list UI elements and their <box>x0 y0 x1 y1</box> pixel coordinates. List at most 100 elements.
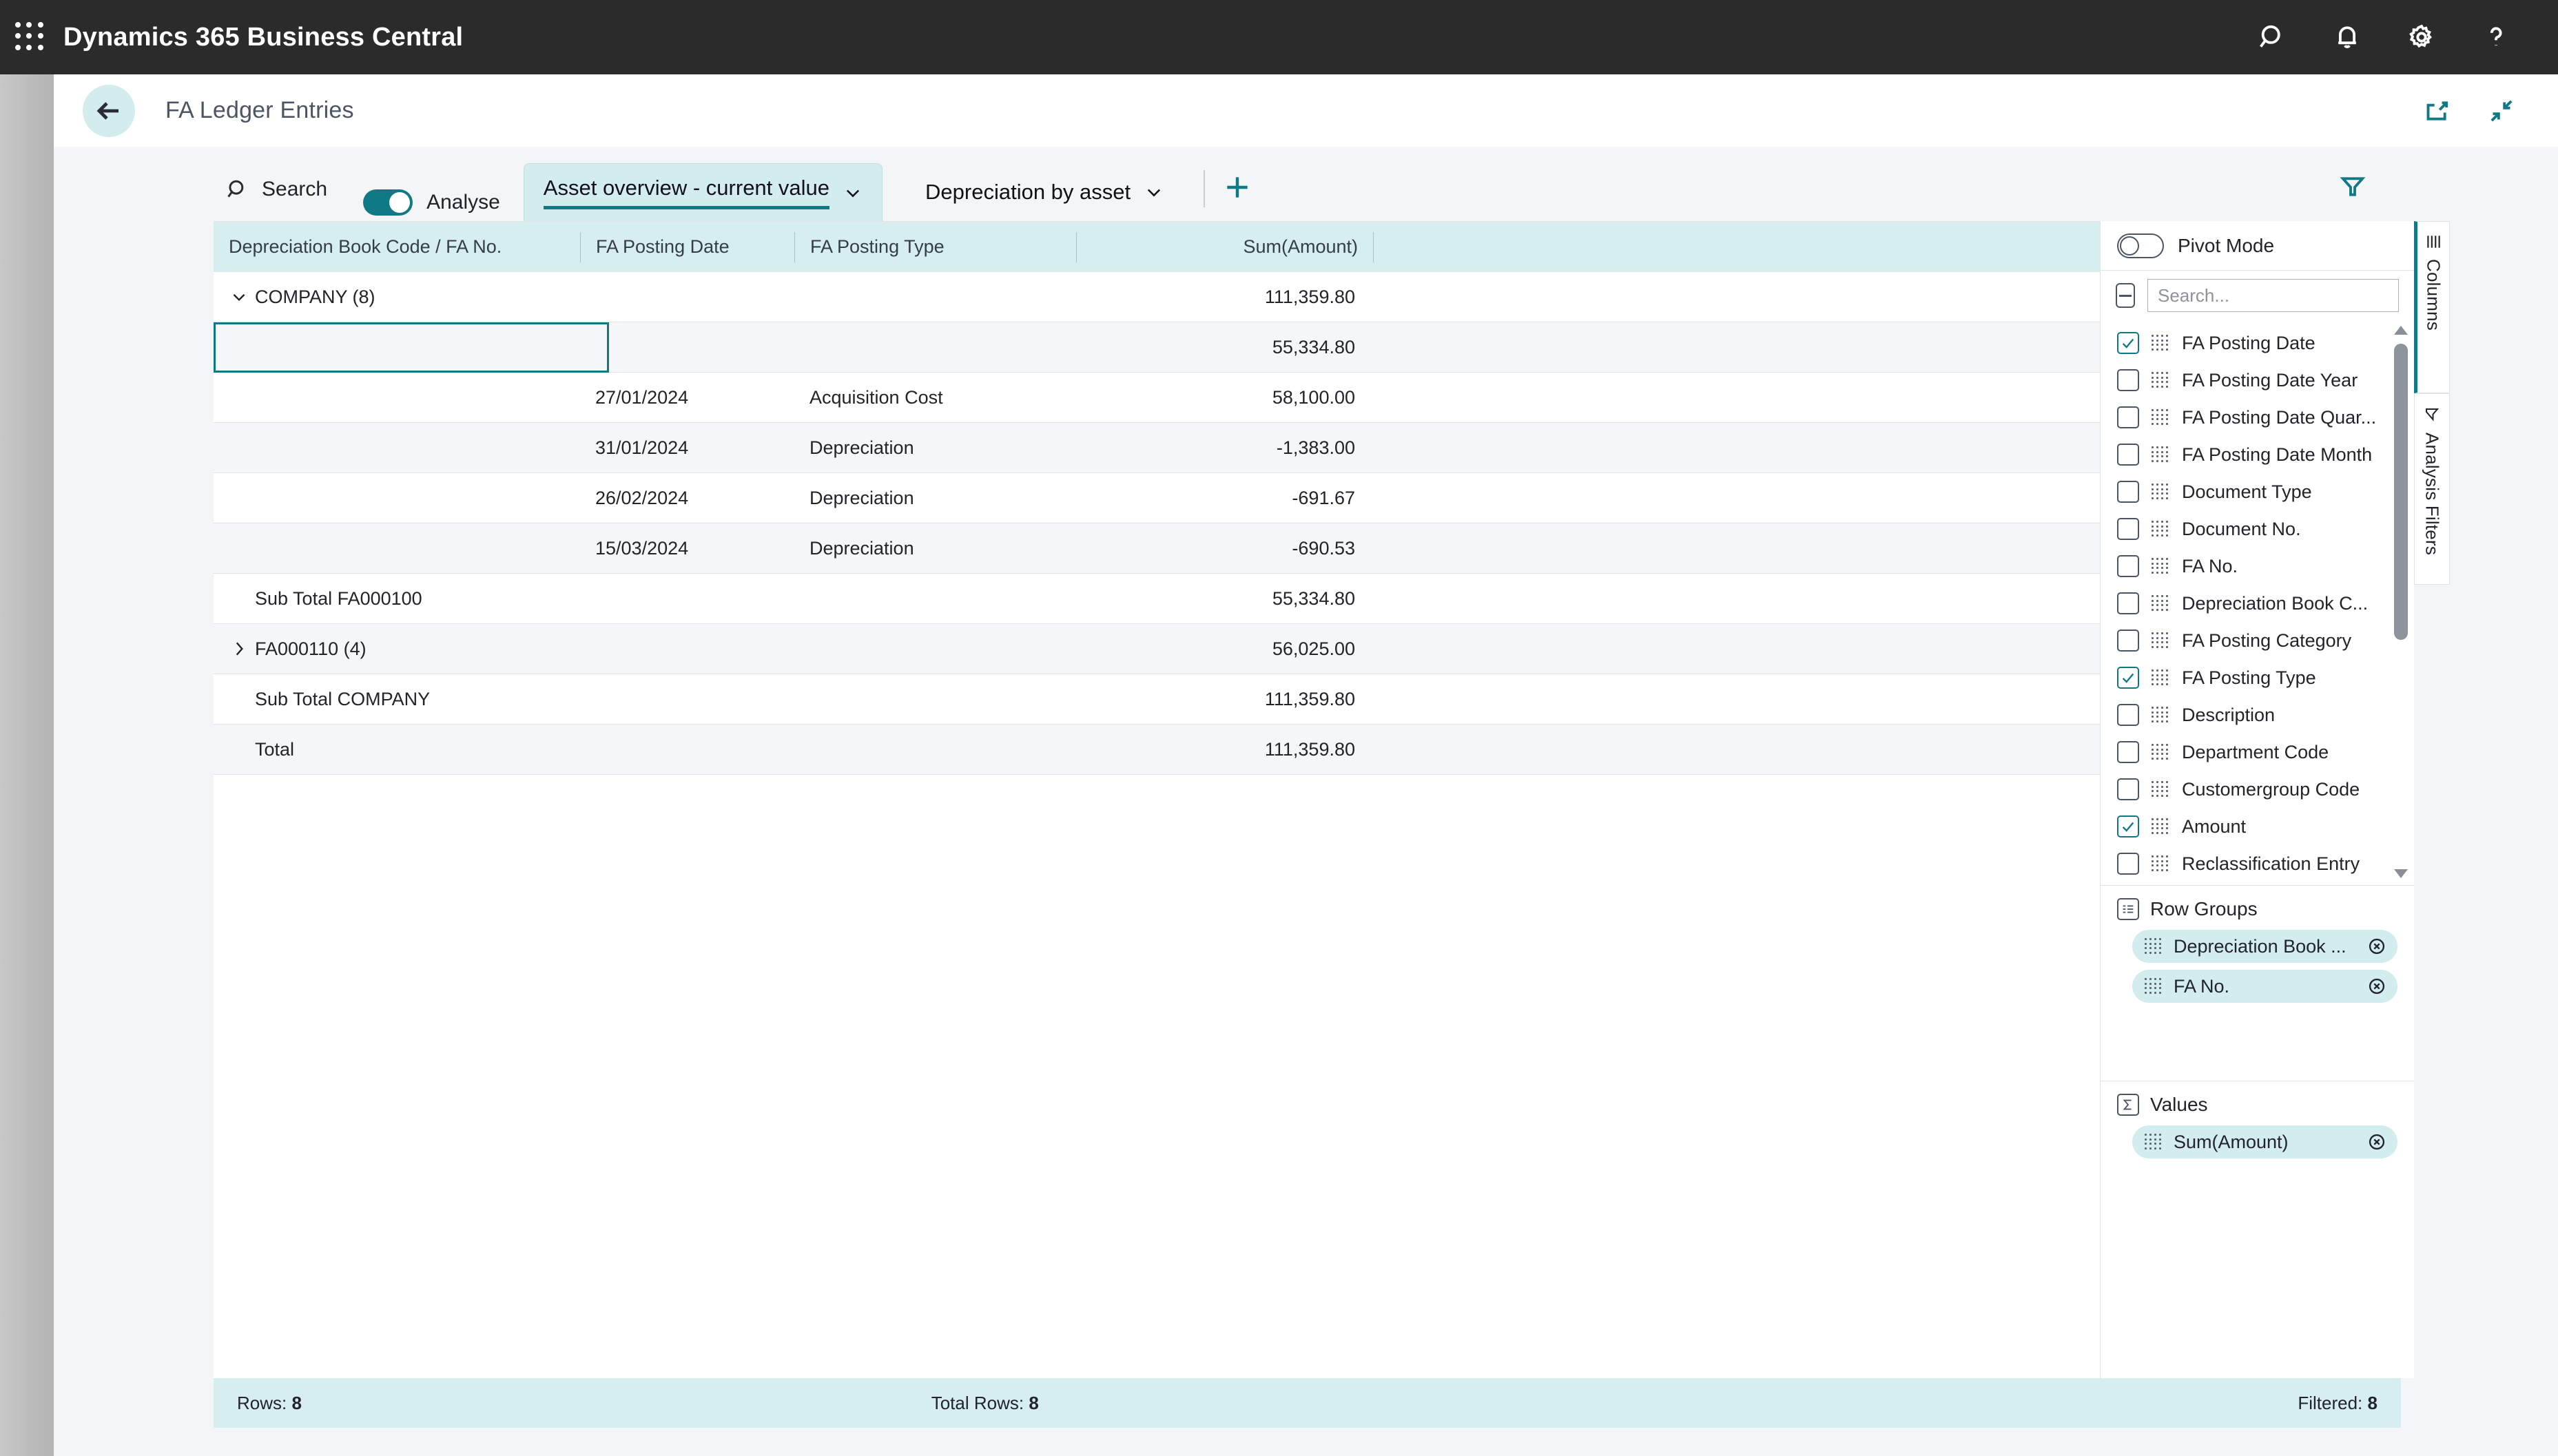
drag-handle-icon[interactable] <box>2152 744 2169 760</box>
column-list-item[interactable]: FA Posting Category <box>2101 622 2414 659</box>
column-list-item[interactable]: Amount <box>2101 808 2414 845</box>
drag-handle-icon[interactable] <box>2145 978 2163 995</box>
scroll-down-icon[interactable] <box>2392 866 2410 881</box>
column-checkbox[interactable] <box>2117 369 2139 391</box>
column-checkbox[interactable] <box>2117 704 2139 726</box>
pivot-mode-toggle[interactable]: Pivot Mode <box>2101 221 2414 271</box>
row-group-cell[interactable]: Total <box>214 725 580 775</box>
drag-handle-icon[interactable] <box>2145 938 2163 955</box>
row-expand-toggle[interactable] <box>223 338 255 356</box>
column-header-fa-posting-type[interactable]: FA Posting Type <box>795 222 1076 272</box>
column-checkbox[interactable] <box>2117 741 2139 763</box>
bell-icon[interactable] <box>2310 0 2384 74</box>
column-list-item[interactable]: No. of Depreciation <box>2101 882 2414 885</box>
row-group-cell[interactable]: Sub Total COMPANY <box>214 674 580 725</box>
row-group-cell[interactable] <box>214 523 580 574</box>
row-group-cell[interactable]: COMPANY (8) <box>214 272 580 322</box>
column-list-item[interactable]: Reclassification Entry <box>2101 845 2414 882</box>
drag-handle-icon[interactable] <box>2152 781 2169 798</box>
table-row[interactable]: Total111,359.80 <box>214 725 2100 775</box>
filter-button[interactable] <box>2328 162 2378 211</box>
remove-icon[interactable] <box>2366 975 2388 997</box>
column-list-item[interactable]: FA Posting Type <box>2101 659 2414 696</box>
drag-handle-icon[interactable] <box>2145 1134 2163 1150</box>
column-list-item[interactable]: Department Code <box>2101 734 2414 771</box>
value-pill[interactable]: Sum(Amount) <box>2132 1125 2397 1158</box>
column-list-item[interactable]: Description <box>2101 696 2414 734</box>
column-checkbox[interactable] <box>2117 444 2139 466</box>
drag-handle-icon[interactable] <box>2152 632 2169 649</box>
help-icon[interactable] <box>2459 0 2533 74</box>
column-list-item[interactable]: FA Posting Date Month <box>2101 436 2414 473</box>
waffle-icon[interactable] <box>15 22 45 52</box>
column-checkbox[interactable] <box>2117 481 2139 503</box>
row-group-cell[interactable]: FA000100 (4) <box>214 322 580 373</box>
column-list-item[interactable]: Depreciation Book C... <box>2101 585 2414 622</box>
drag-handle-icon[interactable] <box>2152 595 2169 612</box>
row-group-pill[interactable]: Depreciation Book ... <box>2132 930 2397 963</box>
column-checkbox[interactable] <box>2117 592 2139 614</box>
scroll-up-icon[interactable] <box>2392 323 2410 338</box>
drag-handle-icon[interactable] <box>2152 818 2169 835</box>
open-in-new-window-icon[interactable] <box>2417 92 2456 130</box>
pivot-mode-switch[interactable] <box>2117 233 2164 258</box>
table-row[interactable]: COMPANY (8)111,359.80 <box>214 272 2100 322</box>
row-group-pill[interactable]: FA No. <box>2132 970 2397 1003</box>
vtab-columns[interactable]: Columns <box>2414 221 2450 393</box>
table-row[interactable]: 15/03/2024Depreciation-690.53 <box>214 523 2100 574</box>
row-group-cell[interactable] <box>214 423 580 473</box>
table-row[interactable]: Sub Total FA00010055,334.80 <box>214 574 2100 624</box>
column-checkbox[interactable] <box>2117 630 2139 652</box>
table-row[interactable]: 27/01/2024Acquisition Cost58,100.00 <box>214 373 2100 423</box>
search-button[interactable]: Search <box>214 163 334 216</box>
column-search-input[interactable] <box>2147 279 2399 312</box>
drag-handle-icon[interactable] <box>2152 483 2169 500</box>
row-group-cell[interactable]: FA000110 (4) <box>214 624 580 674</box>
column-checkbox[interactable] <box>2117 853 2139 875</box>
scrollbar-thumb[interactable] <box>2394 344 2408 640</box>
column-list-scrollbar[interactable] <box>2392 323 2410 881</box>
row-expand-toggle[interactable] <box>223 288 255 306</box>
row-group-cell[interactable]: Sub Total FA000100 <box>214 574 580 624</box>
search-icon[interactable] <box>2236 0 2310 74</box>
collapse-icon[interactable] <box>2482 92 2521 130</box>
column-checkbox[interactable] <box>2117 667 2139 689</box>
drag-handle-icon[interactable] <box>2152 558 2169 574</box>
table-row[interactable]: FA000110 (4)56,025.00 <box>214 624 2100 674</box>
collapse-all-icon[interactable] <box>2116 283 2135 308</box>
column-list-item[interactable]: FA Posting Date <box>2101 324 2414 362</box>
back-button[interactable] <box>83 85 135 137</box>
drag-handle-icon[interactable] <box>2152 409 2169 426</box>
row-group-cell[interactable] <box>214 373 580 423</box>
drag-handle-icon[interactable] <box>2152 707 2169 723</box>
drag-handle-icon[interactable] <box>2152 372 2169 388</box>
column-checkbox[interactable] <box>2117 555 2139 577</box>
tab-depreciation-by-asset[interactable]: Depreciation by asset <box>906 163 1183 221</box>
column-divider[interactable] <box>1373 232 1374 262</box>
row-group-cell[interactable] <box>214 473 580 523</box>
remove-icon[interactable] <box>2366 1131 2388 1153</box>
drag-handle-icon[interactable] <box>2152 446 2169 463</box>
column-list-item[interactable]: Document Type <box>2101 473 2414 510</box>
table-row[interactable]: 31/01/2024Depreciation-1,383.00 <box>214 423 2100 473</box>
column-checkbox[interactable] <box>2117 406 2139 428</box>
gear-icon[interactable] <box>2384 0 2459 74</box>
column-header-fa-posting-date[interactable]: FA Posting Date <box>581 222 794 272</box>
analyse-toggle-switch[interactable] <box>363 189 413 216</box>
column-checkbox[interactable] <box>2117 778 2139 800</box>
column-checkbox[interactable] <box>2117 518 2139 540</box>
column-list-item[interactable]: FA Posting Date Year <box>2101 362 2414 399</box>
drag-handle-icon[interactable] <box>2152 335 2169 351</box>
drag-handle-icon[interactable] <box>2152 855 2169 872</box>
column-list-item[interactable]: FA Posting Date Quar... <box>2101 399 2414 436</box>
column-header-sum-amount[interactable]: Sum(Amount) <box>1077 222 1373 272</box>
drag-handle-icon[interactable] <box>2152 521 2169 537</box>
table-row[interactable]: Sub Total COMPANY111,359.80 <box>214 674 2100 725</box>
table-row[interactable]: FA000100 (4)55,334.80 <box>214 322 2100 373</box>
drag-handle-icon[interactable] <box>2152 669 2169 686</box>
add-tab-button[interactable] <box>1213 163 1261 211</box>
vtab-analysis-filters[interactable]: Analysis Filters <box>2414 393 2450 585</box>
column-list-item[interactable]: Document No. <box>2101 510 2414 548</box>
column-checkbox[interactable] <box>2117 332 2139 354</box>
column-checkbox[interactable] <box>2117 815 2139 838</box>
